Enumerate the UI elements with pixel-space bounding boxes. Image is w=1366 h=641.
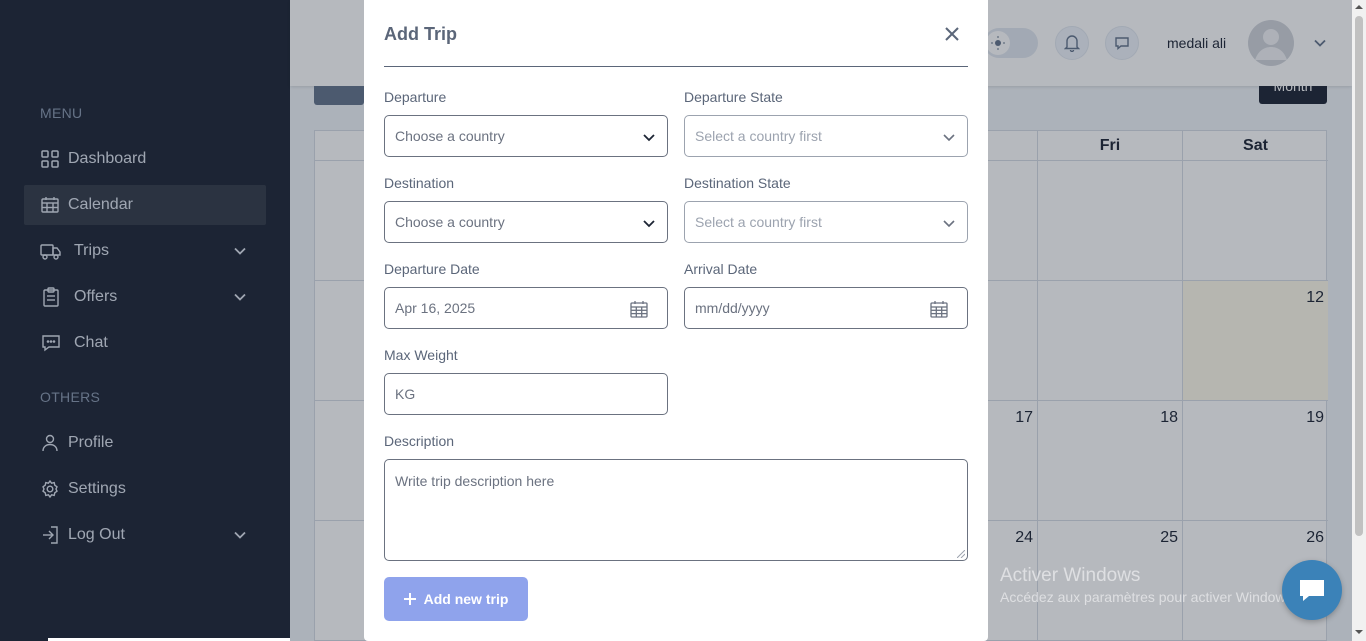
plus-icon: [403, 593, 416, 605]
calendar-icon[interactable]: [930, 300, 948, 318]
max-weight-label: Max Weight: [384, 347, 458, 363]
windows-watermark-subtitle: Accédez aux paramètres pour activer Wind…: [1000, 589, 1297, 605]
chevron-down-icon: [643, 220, 655, 228]
scroll-down-icon[interactable]: [1355, 628, 1363, 636]
close-icon[interactable]: [942, 24, 962, 44]
modal-divider: [384, 66, 968, 67]
description-textarea[interactable]: Write trip description here: [384, 459, 968, 561]
departure-date-label: Departure Date: [384, 261, 480, 277]
page-scrollbar[interactable]: [1352, 0, 1366, 641]
resize-handle-icon[interactable]: [957, 550, 965, 558]
departure-date-input[interactable]: Apr 16, 2025: [384, 287, 668, 329]
destination-state-select[interactable]: Select a country first: [684, 201, 968, 243]
description-label: Description: [384, 433, 455, 449]
departure-state-select[interactable]: Select a country first: [684, 115, 968, 157]
destination-label: Destination: [384, 175, 455, 191]
departure-state-select-value: Select a country first: [695, 128, 822, 144]
arrival-date-value: mm/dd/yyyy: [695, 300, 770, 316]
departure-date-value: Apr 16, 2025: [395, 300, 476, 316]
destination-select[interactable]: Choose a country: [384, 201, 668, 243]
submit-label: Add new trip: [423, 591, 509, 607]
chat-bubble-icon: [1300, 580, 1324, 601]
chevron-down-icon: [943, 220, 955, 228]
chevron-down-icon: [943, 134, 955, 142]
departure-select-value: Choose a country: [395, 128, 505, 144]
scrollbar-thumb[interactable]: [1355, 16, 1363, 536]
destination-state-label: Destination State: [684, 175, 791, 191]
departure-select[interactable]: Choose a country: [384, 115, 668, 157]
destination-select-value: Choose a country: [395, 214, 505, 230]
destination-state-select-value: Select a country first: [695, 214, 822, 230]
chevron-down-icon: [643, 134, 655, 142]
departure-state-label: Departure State: [684, 89, 783, 105]
description-placeholder: Write trip description here: [395, 473, 555, 489]
windows-watermark-title: Activer Windows: [1000, 565, 1141, 586]
arrival-date-label: Arrival Date: [684, 261, 758, 277]
chat-widget-button[interactable]: [1282, 560, 1342, 620]
modal-title: Add Trip: [384, 24, 457, 44]
add-trip-modal: Add Trip Departure Departure State Choos…: [364, 0, 988, 641]
scroll-up-icon[interactable]: [1355, 3, 1363, 11]
max-weight-placeholder: KG: [395, 386, 416, 402]
add-new-trip-button[interactable]: Add new trip: [384, 577, 528, 621]
arrival-date-input[interactable]: mm/dd/yyyy: [684, 287, 968, 329]
max-weight-input[interactable]: KG: [384, 373, 668, 415]
departure-label: Departure: [384, 89, 447, 105]
calendar-icon[interactable]: [630, 300, 648, 318]
